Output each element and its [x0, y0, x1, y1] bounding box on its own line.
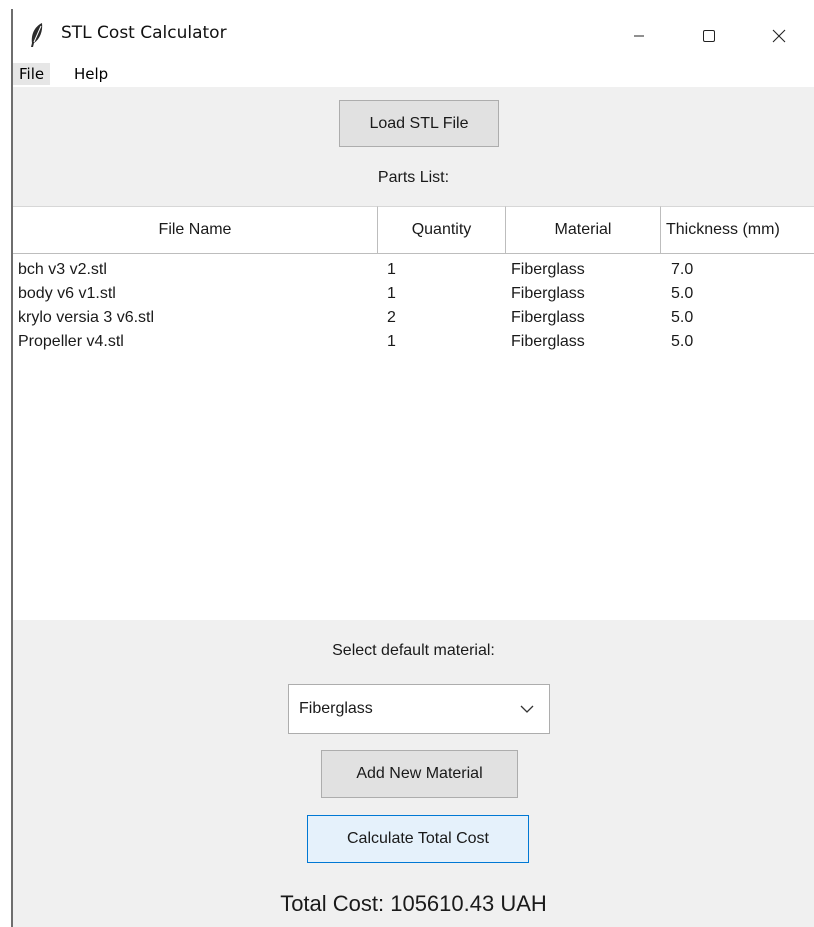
- window-title: STL Cost Calculator: [61, 23, 227, 43]
- column-header-file-name[interactable]: File Name: [13, 206, 378, 254]
- chevron-down-icon[interactable]: [519, 703, 535, 715]
- default-material-label: Select default material:: [332, 642, 495, 659]
- cell-quantity: 2: [387, 309, 396, 326]
- add-material-button[interactable]: Add New Material: [321, 750, 518, 798]
- cell-file-name: bch v3 v2.stl: [18, 261, 107, 278]
- menu-help[interactable]: Help: [68, 63, 114, 85]
- calculate-cost-button[interactable]: Calculate Total Cost: [307, 815, 529, 863]
- table-header: File Name Quantity Material Thickness (m…: [13, 206, 814, 255]
- cell-quantity: 1: [387, 261, 396, 278]
- cell-file-name: Propeller v4.stl: [18, 333, 124, 350]
- table-row[interactable]: bch v3 v2.stl 1 Fiberglass 7.0: [13, 258, 814, 282]
- cell-thickness: 7.0: [671, 261, 694, 278]
- title-bar[interactable]: STL Cost Calculator: [13, 9, 814, 62]
- material-select[interactable]: Fiberglass: [288, 684, 550, 734]
- parts-list-label: Parts List:: [377, 169, 450, 186]
- close-button[interactable]: [744, 9, 814, 62]
- main-panel: Load STL File Parts List: File Name Quan…: [13, 87, 814, 927]
- cell-thickness: 5.0: [671, 333, 694, 350]
- menu-bar: File Help: [13, 62, 814, 87]
- cell-quantity: 1: [387, 333, 396, 350]
- maximize-button[interactable]: [674, 9, 744, 62]
- table-row[interactable]: krylo versia 3 v6.stl 2 Fiberglass 5.0: [13, 306, 814, 330]
- maximize-icon: [703, 30, 715, 42]
- total-cost-label: Total Cost: 105610.43 UAH: [280, 891, 547, 916]
- menu-file[interactable]: File: [13, 63, 51, 85]
- cell-material: Fiberglass: [511, 309, 585, 326]
- minimize-button[interactable]: [604, 9, 674, 62]
- material-select-value: Fiberglass: [299, 700, 373, 717]
- table-row[interactable]: Propeller v4.stl 1 Fiberglass 5.0: [13, 330, 814, 354]
- cell-quantity: 1: [387, 285, 396, 302]
- load-stl-button[interactable]: Load STL File: [339, 100, 499, 147]
- cell-material: Fiberglass: [511, 261, 585, 278]
- feather-icon: [31, 23, 43, 47]
- cell-file-name: body v6 v1.stl: [18, 285, 116, 302]
- minimize-icon: [634, 35, 644, 37]
- column-header-material[interactable]: Material: [506, 206, 661, 254]
- close-icon: [772, 29, 786, 43]
- column-header-quantity[interactable]: Quantity: [378, 206, 506, 254]
- table-row[interactable]: body v6 v1.stl 1 Fiberglass 5.0: [13, 282, 814, 306]
- cell-file-name: krylo versia 3 v6.stl: [18, 309, 155, 326]
- cell-thickness: 5.0: [671, 285, 694, 302]
- column-header-thickness[interactable]: Thickness (mm): [661, 206, 814, 254]
- parts-table[interactable]: File Name Quantity Material Thickness (m…: [13, 206, 814, 620]
- cell-material: Fiberglass: [511, 285, 585, 302]
- cell-thickness: 5.0: [671, 309, 694, 326]
- cell-material: Fiberglass: [511, 333, 585, 350]
